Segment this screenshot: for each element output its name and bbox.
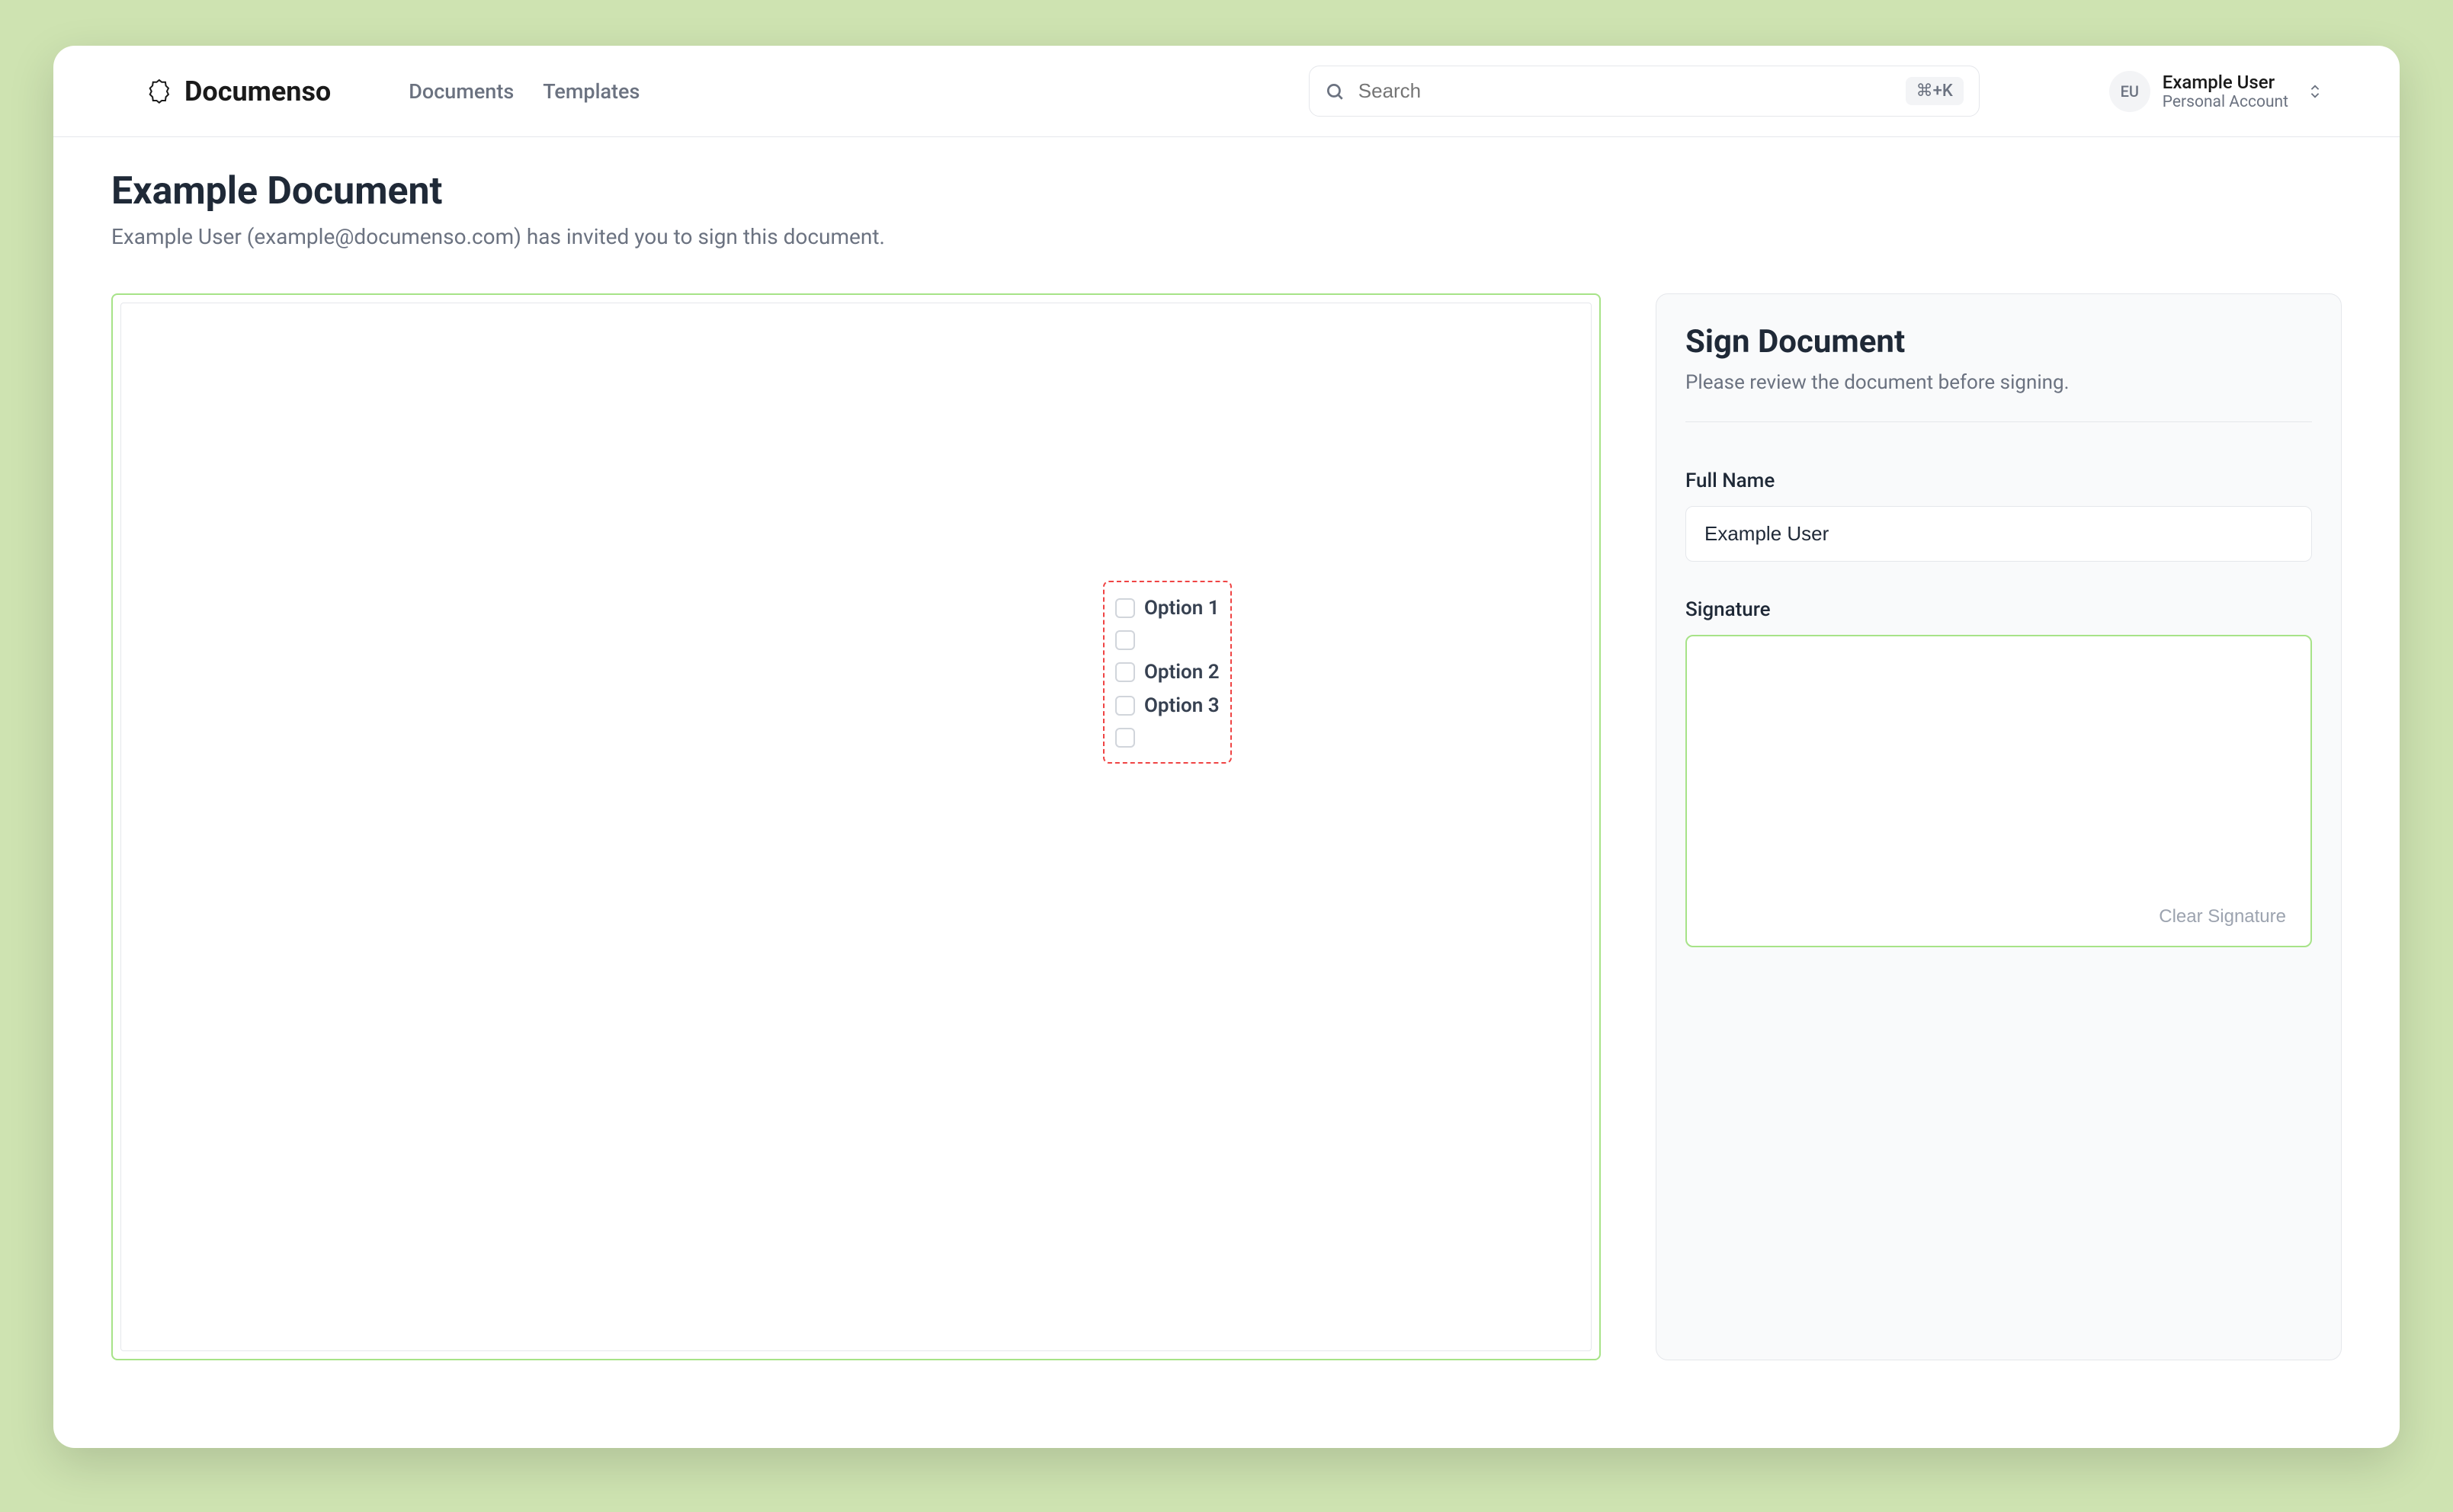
checkbox-row: Option 1 [1115,591,1220,625]
main-layout: Option 1 Option 2 Option 3 [111,293,2342,1360]
content: Example Document Example User (example@d… [53,137,2400,1392]
full-name-group: Full Name [1685,469,2312,562]
signature-group: Signature Clear Signature [1685,598,2312,947]
sign-sidebar: Sign Document Please review the document… [1656,293,2342,1360]
signature-label: Signature [1685,598,2312,621]
header: Documenso Documents Templates ⌘+K EU Exa… [53,46,2400,137]
checkbox-field[interactable]: Option 1 Option 2 Option 3 [1103,581,1232,764]
chevron-updown-icon [2307,83,2323,100]
sidebar-title: Sign Document [1685,323,2312,360]
user-info: Example User Personal Account [2163,72,2288,111]
document-viewer: Option 1 Option 2 Option 3 [111,293,1601,1360]
signature-pad[interactable]: Clear Signature [1685,635,2312,947]
user-menu[interactable]: EU Example User Personal Account [2109,71,2323,112]
nav-templates[interactable]: Templates [543,79,640,104]
logo-icon [145,77,174,106]
checkbox[interactable] [1115,728,1135,748]
avatar: EU [2109,71,2150,112]
checkbox[interactable] [1115,630,1135,650]
checkbox-label: Option 2 [1144,661,1220,684]
search-shortcut: ⌘+K [1906,77,1964,105]
page-subtitle: Example User (example@documenso.com) has… [111,224,2342,249]
checkbox[interactable] [1115,598,1135,618]
checkbox-row: Option 3 [1115,689,1220,722]
search-bar[interactable]: ⌘+K [1309,66,1980,117]
checkbox[interactable] [1115,696,1135,716]
full-name-input[interactable] [1685,506,2312,562]
checkbox-label: Option 1 [1144,597,1220,620]
nav-documents[interactable]: Documents [409,79,514,104]
checkbox-row [1115,722,1220,753]
clear-signature-button[interactable]: Clear Signature [2159,906,2286,927]
page-title: Example Document [111,169,2342,213]
search-input[interactable] [1358,79,1892,103]
checkbox-row [1115,625,1220,655]
full-name-label: Full Name [1685,469,2312,492]
app-window: Documenso Documents Templates ⌘+K EU Exa… [53,46,2400,1448]
checkbox[interactable] [1115,662,1135,682]
logo[interactable]: Documenso [145,75,331,107]
document-page[interactable]: Option 1 Option 2 Option 3 [120,303,1592,1351]
checkbox-label: Option 3 [1144,694,1220,717]
sidebar-subtitle: Please review the document before signin… [1685,371,2312,422]
checkbox-row: Option 2 [1115,655,1220,689]
main-nav: Documents Templates [409,79,640,104]
user-name: Example User [2163,72,2288,93]
user-account: Personal Account [2163,93,2288,111]
logo-text: Documenso [184,75,331,107]
search-icon [1325,82,1345,101]
